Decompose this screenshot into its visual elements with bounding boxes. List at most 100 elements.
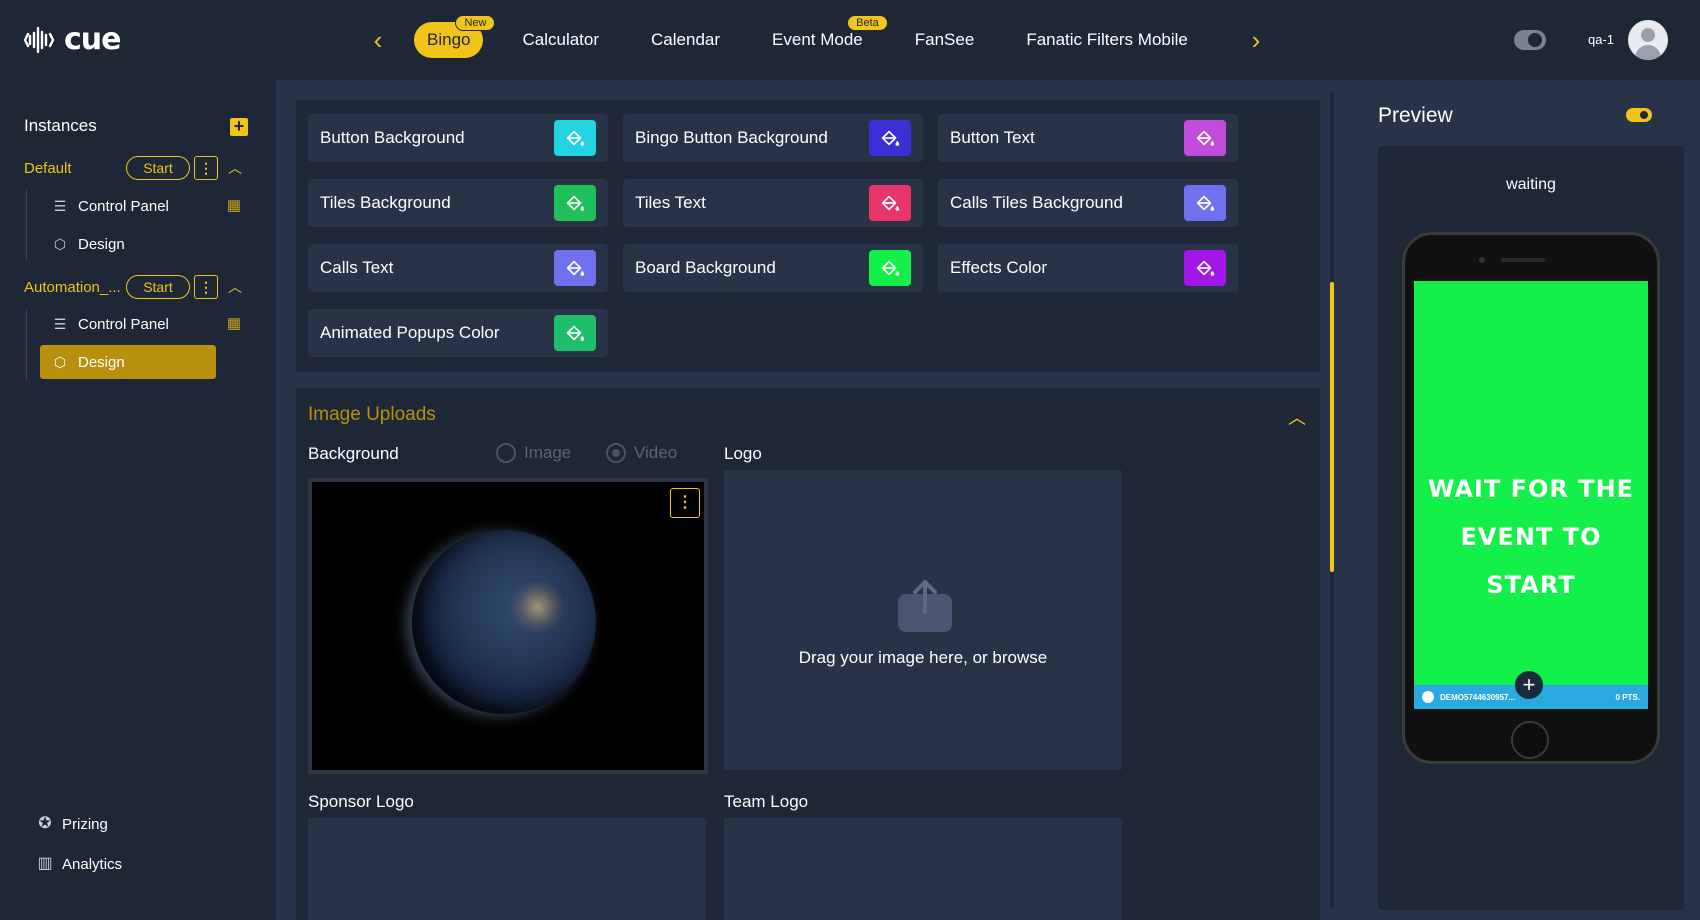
paint-bucket-icon[interactable] <box>1184 250 1226 286</box>
camera-icon <box>1479 257 1485 263</box>
sidebar-item-label: Design <box>78 353 125 371</box>
player-id: DEMO5744630957... <box>1440 692 1516 702</box>
preview-title: Preview <box>1378 104 1453 127</box>
instance-row-automation[interactable]: Automation_... Start ⋮ ︿ <box>24 275 254 299</box>
qr-code-icon[interactable]: ▦ <box>224 196 244 216</box>
main-content: Button Background Bingo Button Backgroun… <box>276 80 1700 920</box>
preview-status: waiting <box>1506 176 1556 193</box>
chevron-up-icon[interactable]: ︿ <box>1288 404 1306 430</box>
instance-name[interactable]: Default <box>24 160 126 177</box>
color-setting-board-background[interactable]: Board Background <box>623 244 923 292</box>
radio-image[interactable]: Image <box>496 443 571 463</box>
paint-bucket-icon[interactable] <box>1184 185 1226 221</box>
paint-bucket-icon[interactable] <box>1184 120 1226 156</box>
color-setting-button-text[interactable]: Button Text <box>938 114 1238 162</box>
tree-line <box>26 310 27 380</box>
team-logo-drop-zone[interactable] <box>724 818 1122 920</box>
image-uploads-panel: Image Uploads ︿ Background Image Video ⋮… <box>296 388 1320 920</box>
instances-title: Instances <box>24 116 97 135</box>
scrollbar-thumb[interactable] <box>1330 282 1334 572</box>
home-button <box>1511 721 1549 759</box>
user-name: qa-1 <box>1588 32 1615 47</box>
preview-toggle[interactable] <box>1626 108 1652 122</box>
chevron-right-icon[interactable]: › <box>1244 26 1268 54</box>
earth-image <box>412 530 596 714</box>
cue-logo[interactable]: cue <box>24 22 121 57</box>
tab-label: Calendar <box>651 30 721 49</box>
sliders-icon: ☰ <box>53 198 67 214</box>
tab-fanatic-filters-mobile[interactable]: Fanatic Filters Mobile <box>1013 22 1201 58</box>
color-setting-bingo-button-background[interactable]: Bingo Button Background <box>623 114 923 162</box>
color-label: Tiles Background <box>320 193 451 212</box>
cube-icon: ⬡ <box>53 236 67 252</box>
paint-bucket-icon[interactable] <box>554 250 596 286</box>
drop-text[interactable]: Drag your image here, or browse <box>724 648 1122 668</box>
color-label: Button Text <box>950 128 1035 147</box>
award-icon: ✪ <box>38 815 52 832</box>
paint-bucket-icon[interactable] <box>554 315 596 351</box>
background-preview-image: ⋮ <box>308 478 708 774</box>
sidebar-link-analytics[interactable]: ▥ Analytics <box>36 855 122 873</box>
start-button[interactable]: Start <box>126 156 190 180</box>
color-setting-button-background[interactable]: Button Background <box>308 114 608 162</box>
cube-icon: ⬡ <box>53 354 67 370</box>
qr-code-icon[interactable]: ▦ <box>224 314 244 334</box>
city-lights <box>508 582 568 632</box>
tab-bingo[interactable]: Bingo New <box>414 15 496 58</box>
sidebar-link-prizing[interactable]: ✪ Prizing <box>36 815 108 833</box>
chevron-up-icon[interactable]: ︿ <box>226 156 244 180</box>
sliders-icon: ☰ <box>53 316 67 332</box>
kebab-menu-icon[interactable]: ⋮ <box>194 275 218 299</box>
paint-bucket-icon[interactable] <box>554 185 596 221</box>
color-setting-calls-tiles-background[interactable]: Calls Tiles Background <box>938 179 1238 227</box>
color-setting-calls-text[interactable]: Calls Text <box>308 244 608 292</box>
paint-bucket-icon[interactable] <box>869 120 911 156</box>
color-label: Calls Tiles Background <box>950 193 1123 212</box>
sponsor-logo-drop-zone[interactable] <box>308 818 706 920</box>
upload-icon <box>898 580 952 632</box>
info-icon <box>1422 691 1434 703</box>
plus-icon: + <box>1515 671 1543 699</box>
player-points: 0 PTS. <box>1615 692 1640 702</box>
color-setting-animated-popups-color[interactable]: Animated Popups Color <box>308 309 608 357</box>
tab-calendar[interactable]: Calendar <box>638 22 733 58</box>
sidebar-item-control-panel[interactable]: ☰ Control Panel <box>40 307 216 341</box>
phone-mockup: WAIT FOR THE EVENT TO START DEMO57446309… <box>1402 232 1660 764</box>
chevron-up-icon[interactable]: ︿ <box>226 275 244 299</box>
color-setting-tiles-text[interactable]: Tiles Text <box>623 179 923 227</box>
tab-calculator[interactable]: Calculator <box>509 22 612 58</box>
paint-bucket-icon[interactable] <box>869 185 911 221</box>
paint-bucket-icon[interactable] <box>869 250 911 286</box>
tab-fansee[interactable]: FanSee <box>902 22 988 58</box>
section-title[interactable]: Image Uploads <box>308 404 436 426</box>
color-setting-tiles-background[interactable]: Tiles Background <box>308 179 608 227</box>
color-label: Board Background <box>635 258 776 277</box>
radio-circle[interactable] <box>606 443 626 463</box>
color-setting-effects-color[interactable]: Effects Color <box>938 244 1238 292</box>
paint-bucket-icon[interactable] <box>554 120 596 156</box>
add-instance-button[interactable]: + <box>230 117 248 136</box>
top-bar: cue ‹ Bingo New Calculator Calendar Even… <box>0 0 1700 80</box>
instance-name[interactable]: Automation_... <box>24 279 126 296</box>
radio-video[interactable]: Video <box>606 443 677 463</box>
sidebar-item-label: Control Panel <box>78 315 169 333</box>
sidebar-item-control-panel[interactable]: ☰ Control Panel <box>40 189 216 223</box>
color-label: Button Background <box>320 128 465 147</box>
instance-row-default[interactable]: Default Start ⋮ ︿ <box>24 156 254 180</box>
beta-badge: Beta <box>847 15 888 31</box>
theme-toggle[interactable] <box>1514 30 1546 50</box>
radio-circle[interactable] <box>496 443 516 463</box>
sidebar-item-design[interactable]: ⬡ Design <box>40 227 216 261</box>
kebab-menu-icon[interactable]: ⋮ <box>194 156 218 180</box>
color-label: Tiles Text <box>635 193 706 212</box>
start-button[interactable]: Start <box>126 275 190 299</box>
tab-label: Bingo <box>427 30 471 49</box>
avatar[interactable] <box>1628 20 1668 60</box>
sidebar-item-design[interactable]: ⬡ Design <box>40 345 216 379</box>
scrollbar[interactable] <box>1330 92 1334 908</box>
chevron-left-icon[interactable]: ‹ <box>366 26 390 54</box>
tab-event-mode[interactable]: Event Mode Beta <box>759 15 888 58</box>
tab-label: Fanatic Filters Mobile <box>1026 30 1188 49</box>
logo-drop-zone[interactable]: Drag your image here, or browse <box>724 470 1122 770</box>
kebab-menu-icon[interactable]: ⋮ <box>670 488 700 518</box>
